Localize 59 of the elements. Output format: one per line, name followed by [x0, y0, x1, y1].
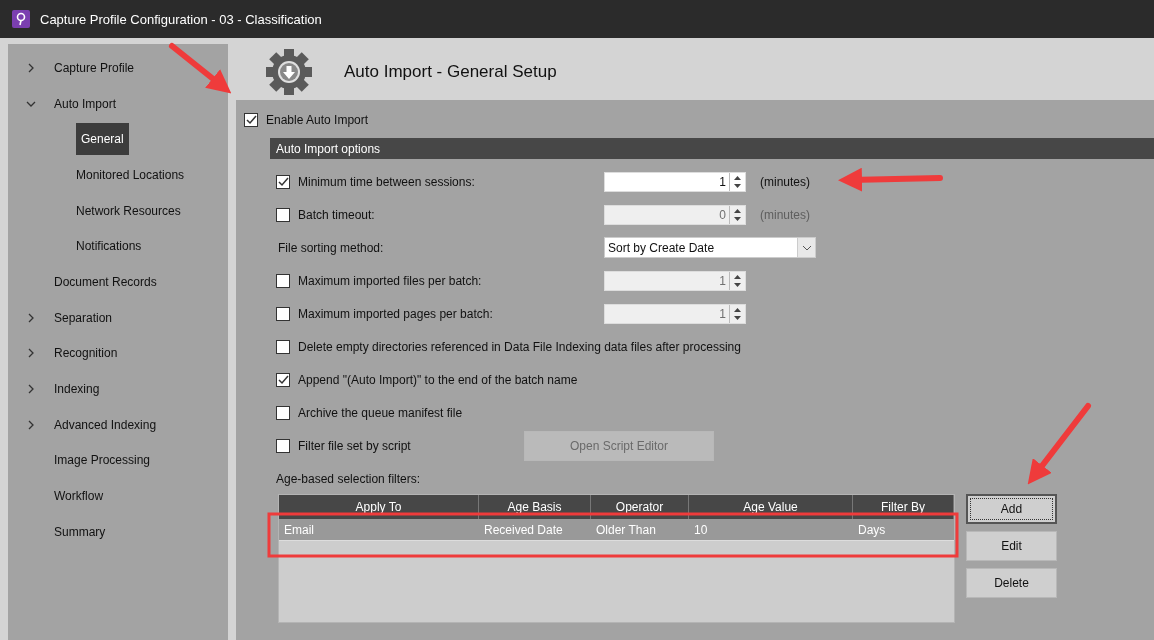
checkbox[interactable] — [276, 273, 290, 288]
table-cell-text: Email — [283, 521, 315, 539]
window-title: Capture Profile Configuration - 03 - Classification — [40, 11, 322, 27]
page-title: Auto Import - General Setup — [344, 62, 557, 82]
sidebar-item[interactable]: Recognition — [54, 346, 118, 361]
sidebar-item[interactable]: Network Resources — [76, 203, 181, 218]
sidebar-item[interactable]: Summary — [54, 524, 106, 539]
sidebar-item[interactable]: Document Records — [54, 274, 157, 289]
chevron-right-icon[interactable] — [26, 384, 36, 395]
chevron-down-icon[interactable] — [801, 243, 812, 252]
sidebar-item[interactable]: Notifications — [76, 239, 142, 254]
checkbox-label: Maximum imported pages per batch: — [298, 306, 493, 321]
checkbox[interactable] — [276, 372, 290, 387]
sidebar-item[interactable]: Advanced Indexing — [54, 417, 157, 432]
dropdown-field[interactable]: Sort by Create Date — [604, 237, 816, 258]
sidebar-item[interactable]: Monitored Locations — [76, 167, 185, 182]
table-cell-text: Days — [857, 521, 887, 539]
table-cell-text: Older Than — [595, 521, 657, 539]
checkbox-label: Enable Auto Import — [266, 113, 369, 127]
chevron-right-icon[interactable] — [26, 312, 36, 323]
checkbox-label: Minimum time between sessions: — [298, 174, 475, 189]
sidebar-item[interactable]: Image Processing — [54, 453, 151, 468]
table-action-button[interactable]: Edit — [966, 531, 1057, 561]
app-logo-icon — [12, 10, 30, 28]
checkbox[interactable] — [276, 339, 290, 354]
chevron-right-icon[interactable] — [26, 419, 36, 430]
checkbox-label: Maximum imported files per batch: — [298, 273, 482, 288]
sidebar-item[interactable]: Capture Profile — [54, 60, 135, 75]
chevron-right-icon[interactable] — [26, 62, 36, 73]
checkbox-label: Batch timeout: — [298, 207, 375, 222]
chevron-right-icon[interactable] — [26, 348, 36, 359]
checkbox-label: Filter file set by script — [298, 438, 411, 453]
table-cell-text: Received Date — [483, 521, 564, 539]
checkbox[interactable] — [276, 405, 290, 420]
sidebar-item[interactable]: Workflow — [54, 489, 104, 504]
gear-icon — [264, 48, 314, 96]
checkbox[interactable] — [276, 174, 290, 189]
checkbox-label: Delete empty directories referenced in Data File Indexing data files after processing — [298, 339, 741, 354]
sidebar-item[interactable]: Indexing — [54, 382, 100, 397]
checkbox[interactable] — [244, 113, 258, 127]
checkbox[interactable] — [276, 306, 290, 321]
annotation-arrow — [169, 43, 232, 94]
table-action-button[interactable]: Delete — [966, 568, 1057, 598]
checkbox-label: Append "(Auto Import)" to the end of the batch name — [298, 372, 578, 387]
sidebar-item[interactable]: Auto Import — [54, 96, 117, 111]
unit-label: (minutes) — [760, 207, 810, 222]
checkbox[interactable] — [276, 207, 290, 222]
sidebar-item[interactable]: General — [76, 123, 129, 156]
filters-label: Age-based selection filters: — [276, 472, 422, 486]
number-field[interactable]: 1 — [604, 171, 746, 192]
checkbox-label: Archive the queue manifest file — [298, 405, 463, 420]
unit-label: (minutes) — [760, 174, 810, 189]
sidebar-item[interactable]: Separation — [54, 310, 113, 325]
checkbox[interactable] — [276, 438, 290, 453]
field-label: File sorting method: — [277, 240, 384, 255]
table-cell-text: 10 — [693, 521, 709, 539]
spin-arrows-icon[interactable] — [733, 173, 742, 190]
section-header: Auto Import options — [270, 138, 1154, 159]
table-action-button[interactable]: Add — [966, 494, 1057, 524]
